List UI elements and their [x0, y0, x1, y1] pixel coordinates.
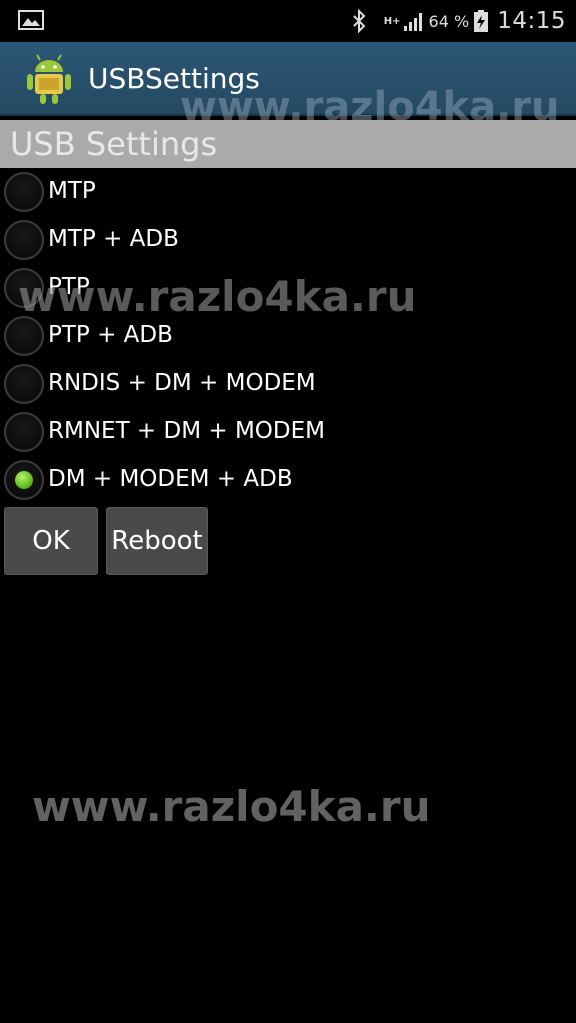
- clock: 14:15: [497, 8, 566, 34]
- radio-label: DM + MODEM + ADB: [48, 466, 293, 492]
- battery-percent: 64 %: [428, 11, 470, 31]
- radio-button[interactable]: [4, 220, 44, 260]
- app-title: USBSettings: [88, 62, 260, 95]
- radio-label: RNDIS + DM + MODEM: [48, 370, 316, 396]
- gallery-icon: [18, 10, 44, 30]
- section-title: USB Settings: [10, 125, 218, 163]
- radio-label: PTP + ADB: [48, 322, 173, 348]
- radio-button[interactable]: [4, 460, 44, 500]
- radio-label: MTP: [48, 178, 96, 204]
- status-bar: H+ 64 % 14:15: [0, 0, 576, 42]
- network-type: H+: [383, 15, 401, 27]
- radio-button[interactable]: [4, 364, 44, 404]
- bluetooth-icon: [353, 9, 366, 33]
- radio-option-ptp[interactable]: PTP: [0, 264, 576, 312]
- radio-button[interactable]: [4, 316, 44, 356]
- signal-icon: [403, 13, 422, 31]
- reboot-button[interactable]: Reboot: [106, 507, 208, 575]
- watermark: www.razlo4ka.ru: [32, 782, 431, 831]
- section-header: USB Settings: [0, 120, 576, 168]
- battery-charging-icon: [474, 10, 489, 32]
- radio-option-mtp-adb[interactable]: MTP + ADB: [0, 216, 576, 264]
- radio-label: PTP: [48, 274, 90, 300]
- radio-option-rmnet-dm-modem[interactable]: RMNET + DM + MODEM: [0, 408, 576, 456]
- radio-button[interactable]: [4, 268, 44, 308]
- usb-mode-radio-group: MTP MTP + ADB PTP PTP + ADB RNDIS + DM +…: [0, 168, 576, 504]
- radio-option-ptp-adb[interactable]: PTP + ADB: [0, 312, 576, 360]
- button-row: OK Reboot: [4, 507, 208, 575]
- radio-option-mtp[interactable]: MTP: [0, 168, 576, 216]
- radio-button[interactable]: [4, 172, 44, 212]
- radio-option-dm-modem-adb[interactable]: DM + MODEM + ADB: [0, 456, 576, 504]
- action-bar: USBSettings: [0, 42, 576, 116]
- radio-option-rndis-dm-modem[interactable]: RNDIS + DM + MODEM: [0, 360, 576, 408]
- android-app-icon: [27, 54, 71, 104]
- ok-button[interactable]: OK: [4, 507, 98, 575]
- radio-label: RMNET + DM + MODEM: [48, 418, 325, 444]
- radio-button[interactable]: [4, 412, 44, 452]
- radio-label: MTP + ADB: [48, 226, 179, 252]
- screen: H+ 64 % 14:15 USBSettings USB Settings M…: [0, 0, 576, 1023]
